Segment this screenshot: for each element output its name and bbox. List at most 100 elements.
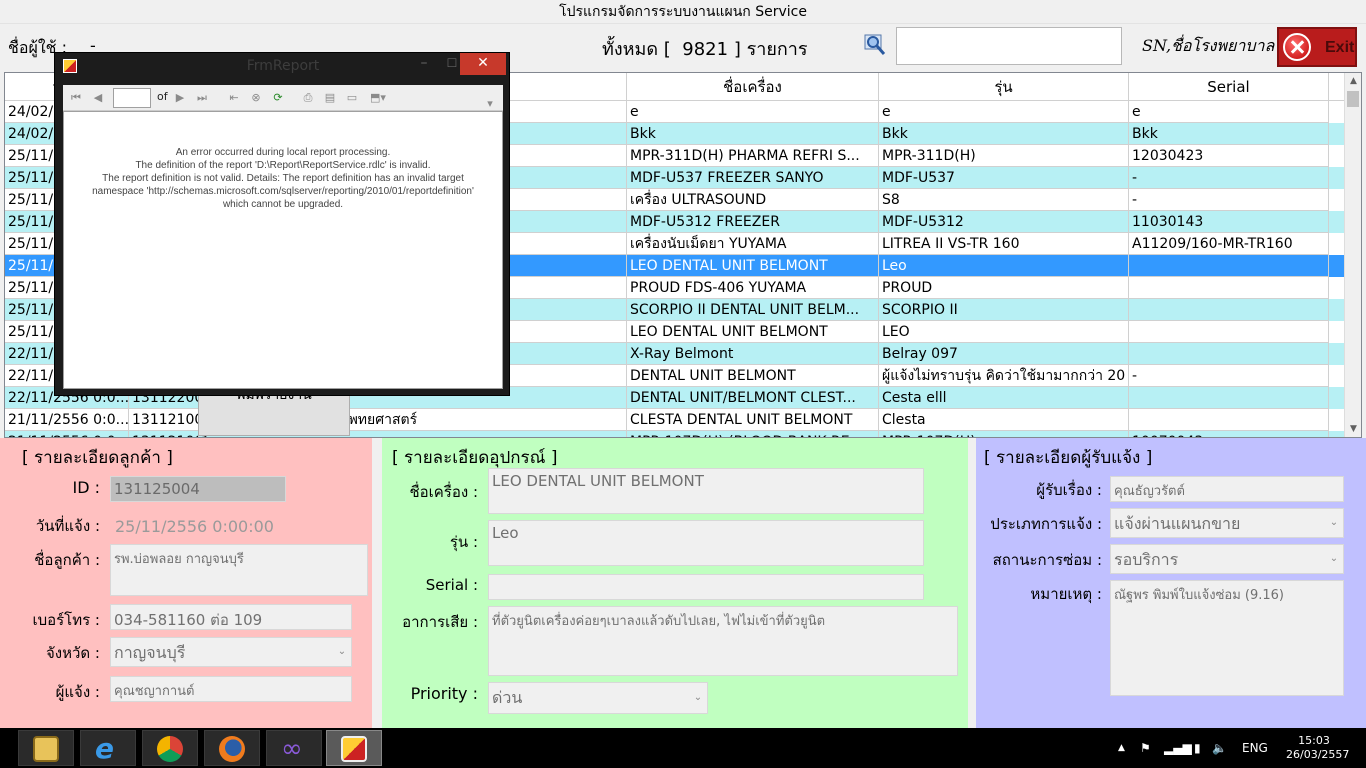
chevron-down-icon[interactable]: ⌄: [1328, 515, 1340, 531]
tray-expand-icon[interactable]: ▲: [1118, 728, 1125, 768]
stop-icon[interactable]: ⊗: [249, 91, 263, 105]
repair-status-select[interactable]: รอบริการ ⌄: [1110, 544, 1344, 574]
cell-machine[interactable]: X-Ray Belmont: [627, 343, 879, 365]
cell-machine[interactable]: Bkk: [627, 123, 879, 145]
scroll-down-icon[interactable]: ▼: [1345, 421, 1361, 437]
model-field[interactable]: Leo: [488, 520, 924, 566]
receiver-field[interactable]: คุณธัญวรัตต์: [1110, 476, 1344, 502]
symptom-field[interactable]: ที่ตัวยูนิตเครื่องค่อยๆเบาลงแล้วดับไปเลย…: [488, 606, 958, 676]
cell-id[interactable]: 13112100: [129, 431, 199, 437]
cell-serial[interactable]: Bkk: [1129, 123, 1329, 145]
print-layout-icon[interactable]: ▤: [323, 91, 337, 105]
note-field[interactable]: ณัฐพร พิมพ์ใบแจ้งซ่อม (9.16): [1110, 580, 1344, 696]
cell-machine[interactable]: LEO DENTAL UNIT BELMONT: [627, 255, 879, 277]
chevron-down-icon[interactable]: ⌄: [336, 644, 348, 660]
minimize-icon[interactable]: –: [410, 53, 438, 75]
taskbar-ie[interactable]: e: [80, 730, 136, 766]
cell-serial[interactable]: -: [1129, 167, 1329, 189]
cell-model[interactable]: PROUD: [879, 277, 1129, 299]
scroll-thumb[interactable]: [1347, 91, 1359, 107]
export-icon[interactable]: ⬒▾: [367, 91, 389, 105]
cell-date[interactable]: 21/11/2556 0:0...: [5, 409, 129, 431]
cell-machine[interactable]: MPR-107D(H) (BLOOD BANK RE...: [627, 431, 879, 437]
taskbar-vs[interactable]: ∞: [266, 730, 322, 766]
phone-field[interactable]: 034-581160 ต่อ 109: [110, 604, 352, 630]
taskbar-service-app[interactable]: [326, 730, 382, 766]
cell-serial[interactable]: -: [1129, 189, 1329, 211]
clock[interactable]: 15:03 26/03/2557: [1286, 734, 1349, 762]
column-header-serial[interactable]: Serial: [1129, 73, 1329, 101]
taskbar-chrome[interactable]: [142, 730, 198, 766]
cell-machine[interactable]: MDF-U5312 FREEZER: [627, 211, 879, 233]
signal-icon[interactable]: ▂▄▆: [1164, 728, 1192, 768]
cell-model[interactable]: MPR-311D(H): [879, 145, 1129, 167]
customer-name-field[interactable]: รพ.บ่อพลอย กาญจนบุรี: [110, 544, 368, 596]
cell-machine[interactable]: DENTAL UNIT/BELMONT CLEST...: [627, 387, 879, 409]
cell-machine[interactable]: SCORPIO II DENTAL UNIT BELM...: [627, 299, 879, 321]
last-page-icon[interactable]: ⏭: [195, 91, 209, 105]
cell-model[interactable]: Belray 097: [879, 343, 1129, 365]
cell-model[interactable]: S8: [879, 189, 1129, 211]
cell-machine[interactable]: DENTAL UNIT BELMONT: [627, 365, 879, 387]
next-page-icon[interactable]: ▶: [173, 91, 187, 105]
cell-machine[interactable]: e: [627, 101, 879, 123]
cell-model[interactable]: Leo: [879, 255, 1129, 277]
cell-machine[interactable]: MPR-311D(H) PHARMA REFRI S...: [627, 145, 879, 167]
cell-id[interactable]: 13112100: [129, 409, 199, 431]
cell-serial[interactable]: [1129, 255, 1329, 277]
close-icon[interactable]: ✕: [460, 53, 506, 75]
cell-model[interactable]: Bkk: [879, 123, 1129, 145]
cell-model[interactable]: MDF-U5312: [879, 211, 1129, 233]
action-center-icon[interactable]: ⚑: [1140, 728, 1151, 768]
page-setup-icon[interactable]: ▭: [345, 91, 359, 105]
cell-machine[interactable]: CLESTA DENTAL UNIT BELMONT: [627, 409, 879, 431]
page-number-input[interactable]: [113, 88, 151, 108]
cell-model[interactable]: MDF-U537: [879, 167, 1129, 189]
battery-icon[interactable]: ▮: [1194, 728, 1201, 768]
cell-model[interactable]: LITREA II VS-TR 160: [879, 233, 1129, 255]
cell-model[interactable]: e: [879, 101, 1129, 123]
cell-serial[interactable]: [1129, 321, 1329, 343]
cell-machine[interactable]: PROUD FDS-406 YUYAMA: [627, 277, 879, 299]
cell-serial[interactable]: [1129, 409, 1329, 431]
cell-model[interactable]: LEO: [879, 321, 1129, 343]
cell-machine[interactable]: เครื่อง ULTRASOUND: [627, 189, 879, 211]
reporter-field[interactable]: คุณชญากานต์: [110, 676, 352, 702]
column-header-model[interactable]: รุ่น: [879, 73, 1129, 101]
province-select[interactable]: กาญจนบุรี ⌄: [110, 637, 352, 667]
cell-serial[interactable]: A11209/160-MR-TR160: [1129, 233, 1329, 255]
cell-serial[interactable]: 10070043: [1129, 431, 1329, 437]
chevron-down-icon[interactable]: ⌄: [692, 690, 704, 706]
cell-serial[interactable]: [1129, 387, 1329, 409]
exit-button[interactable]: Exit: [1277, 27, 1357, 67]
scroll-up-icon[interactable]: ▲: [1345, 73, 1361, 89]
grid-vertical-scrollbar[interactable]: ▲ ▼: [1344, 73, 1361, 437]
machine-field[interactable]: LEO DENTAL UNIT BELMONT: [488, 468, 924, 514]
print-icon[interactable]: ⎙: [301, 91, 315, 105]
toolbar-overflow-icon[interactable]: ▾: [485, 97, 495, 111]
cell-model[interactable]: ผู้แจ้งไม่ทราบรุ่น คิดว่าใช้มามากกว่า 20…: [879, 365, 1129, 387]
volume-icon[interactable]: 🔈: [1212, 728, 1227, 768]
cell-serial[interactable]: e: [1129, 101, 1329, 123]
notify-type-select[interactable]: แจ้งผ่านแผนกขาย ⌄: [1110, 508, 1344, 538]
serial-field[interactable]: [488, 574, 924, 600]
cell-serial[interactable]: 12030423: [1129, 145, 1329, 167]
first-page-icon[interactable]: ⏮: [69, 91, 83, 105]
cell-serial[interactable]: [1129, 299, 1329, 321]
taskbar-firefox[interactable]: [204, 730, 260, 766]
column-header-machine[interactable]: ชื่อเครื่อง: [627, 73, 879, 101]
cell-model[interactable]: MPR-107D(H): [879, 431, 1129, 437]
taskbar-explorer[interactable]: [18, 730, 74, 766]
cell-serial[interactable]: [1129, 343, 1329, 365]
back-icon[interactable]: ⇤: [227, 91, 241, 105]
cell-model[interactable]: Clesta: [879, 409, 1129, 431]
prev-page-icon[interactable]: ◀: [91, 91, 105, 105]
cell-model[interactable]: SCORPIO II: [879, 299, 1129, 321]
language-indicator[interactable]: ENG: [1242, 728, 1268, 768]
cell-machine[interactable]: LEO DENTAL UNIT BELMONT: [627, 321, 879, 343]
cell-date[interactable]: 21/11/2556 0:0...: [5, 431, 129, 437]
id-field[interactable]: 131125004: [110, 476, 286, 502]
search-icon[interactable]: [862, 32, 888, 58]
chevron-down-icon[interactable]: ⌄: [1328, 551, 1340, 567]
cell-machine[interactable]: เครื่องนับเม็ดยา YUYAMA: [627, 233, 879, 255]
